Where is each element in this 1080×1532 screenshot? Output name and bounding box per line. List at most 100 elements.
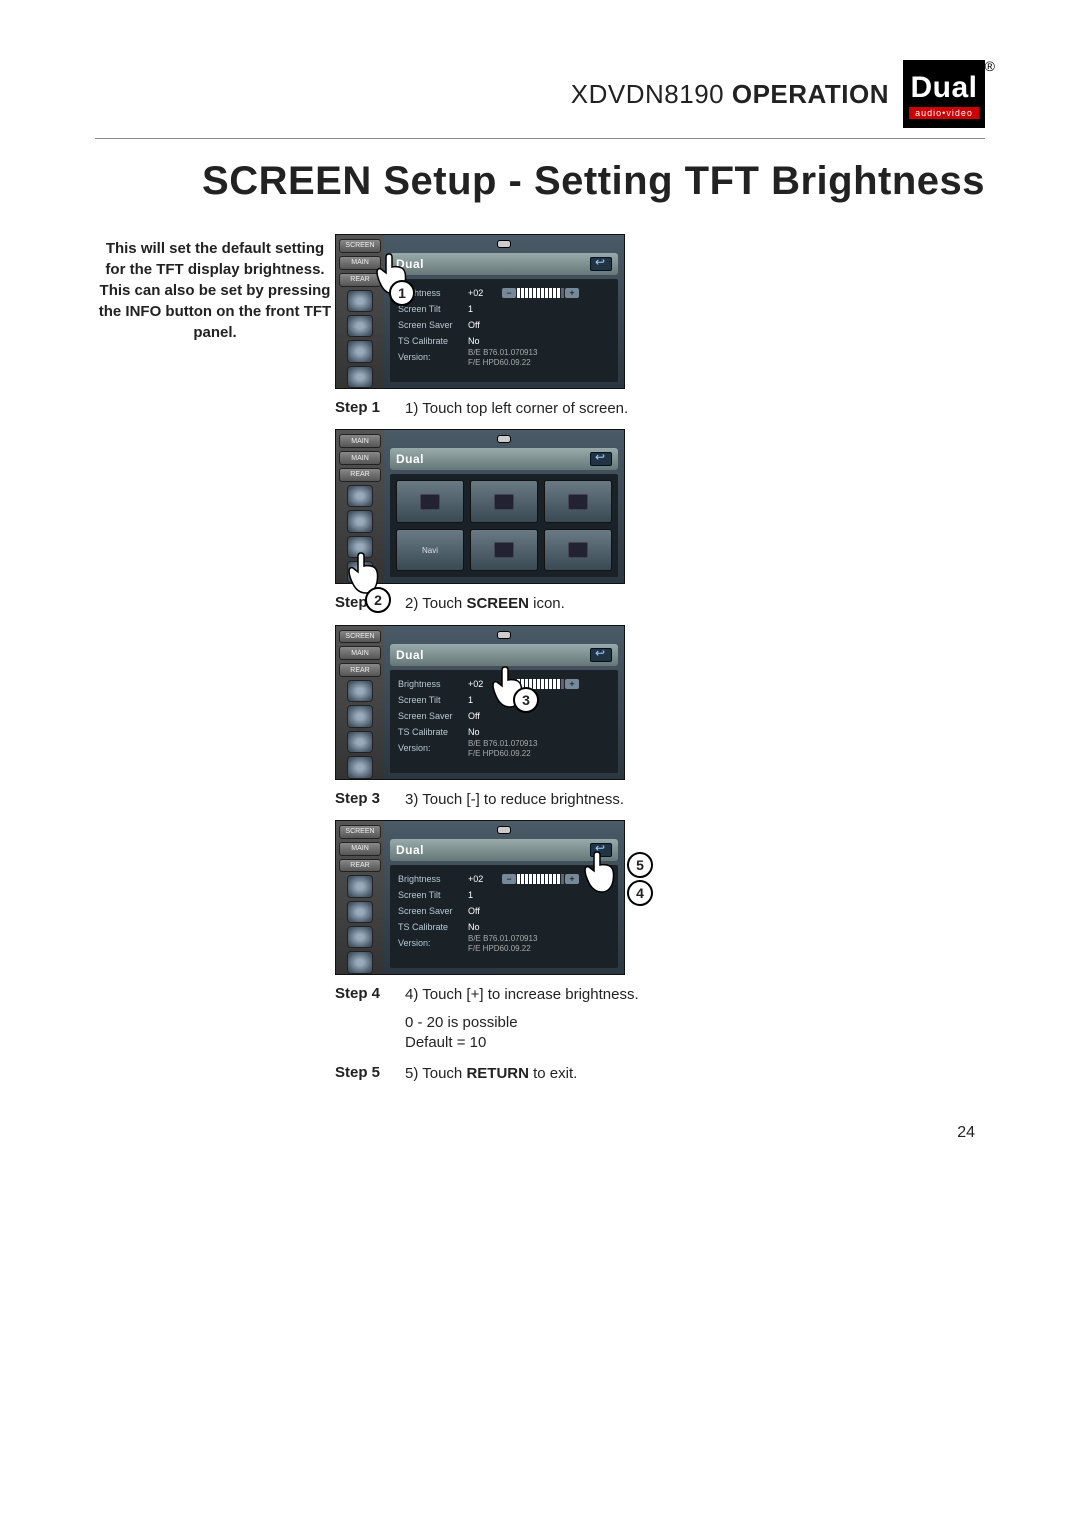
step-5-text: 5) Touch RETURN to exit.	[405, 1064, 577, 1084]
sidebar-icon	[347, 951, 373, 973]
callout-4: 4	[627, 880, 653, 906]
sidebar-rear-tab: REAR	[339, 663, 381, 677]
step-1-label: Step 1	[335, 399, 405, 416]
sidebar-icon	[347, 756, 373, 778]
sidebar-icon	[347, 366, 373, 388]
version-label: Version:	[398, 938, 468, 948]
top-pill-icon	[497, 435, 511, 443]
device-titlebar: Dual	[390, 253, 618, 275]
page-number: 24	[95, 1124, 975, 1142]
calibrate-row: TS Calibrate No	[398, 724, 610, 740]
sidebar-main-tab: MAIN	[339, 646, 381, 660]
brand-logo: ® Dual audio•video	[903, 60, 985, 128]
saver-label: Screen Saver	[398, 711, 468, 721]
sidebar-main-tab: MAIN	[339, 842, 381, 856]
manual-page: XDVDN8190 OPERATION ® Dual audio•video S…	[0, 0, 1080, 1182]
registered-mark: ®	[985, 58, 995, 74]
brand-logo-subtext: audio•video	[909, 107, 979, 119]
radio-icon	[420, 494, 440, 510]
step-4-label: Step 4	[335, 985, 405, 1002]
sidebar-rear-tab: REAR	[339, 859, 381, 873]
device-sidebar: SCREEN MAIN REAR	[336, 821, 384, 974]
screenshot-1: SCREEN MAIN REAR Dual	[335, 234, 625, 389]
sidebar-icon	[347, 485, 373, 507]
sidebar-icon	[347, 680, 373, 702]
device-screen: SCREEN MAIN REAR Dual	[335, 625, 625, 780]
home-tile-navi: Navi	[396, 529, 464, 572]
step-5-row: Step 5 5) Touch RETURN to exit.	[335, 1064, 985, 1084]
brightness-slider: − +	[502, 288, 579, 298]
sidebar-icon	[347, 510, 373, 532]
device-top-bar	[384, 821, 624, 839]
calibrate-label: TS Calibrate	[398, 727, 468, 737]
saver-row: Screen Saver Off	[398, 317, 610, 333]
saver-value: Off	[468, 906, 498, 916]
home-tile-dvd	[470, 529, 538, 572]
tilt-row: Screen Tilt 1	[398, 301, 610, 317]
sidebar-icon	[347, 705, 373, 727]
device-brand: Dual	[396, 648, 424, 662]
tilt-row: Screen Tilt 1	[398, 887, 610, 903]
main-title: SCREEN Setup - Setting TFT Brightness	[95, 159, 985, 204]
sidebar-icon	[347, 290, 373, 312]
intro-column: This will set the default setting for th…	[95, 234, 335, 343]
saver-row: Screen Saver Off	[398, 903, 610, 919]
saver-row: Screen Saver Off	[398, 708, 610, 724]
plus-icon: +	[565, 679, 579, 689]
return-icon	[590, 648, 612, 662]
calibrate-row: TS Calibrate No	[398, 333, 610, 349]
version-value: B/E B76.01.070913 F/E HPD60.09.22	[468, 348, 537, 367]
step-3-row: Step 3 3) Touch [-] to reduce brightness…	[335, 790, 985, 810]
step-3-text: 3) Touch [-] to reduce brightness.	[405, 790, 624, 810]
intro-text: This will set the default setting for th…	[95, 238, 335, 343]
sidebar-icon	[347, 875, 373, 897]
step-4-row: Step 4 4) Touch [+] to increase brightne…	[335, 985, 985, 1054]
home-tile-media	[470, 480, 538, 523]
brightness-value: +02	[468, 874, 498, 884]
step-4-default: Default = 10	[405, 1033, 639, 1053]
section-label: OPERATION	[732, 79, 889, 109]
version-row: Version: B/E B76.01.070913 F/E HPD60.09.…	[398, 740, 610, 756]
home-grid: Navi	[390, 474, 618, 577]
media-icon	[494, 494, 514, 510]
top-pill-icon	[497, 631, 511, 639]
version-label: Version:	[398, 743, 468, 753]
tilt-value: 1	[468, 304, 498, 314]
saver-label: Screen Saver	[398, 906, 468, 916]
brightness-label: Brightness	[398, 874, 468, 884]
version-row: Version: B/E B76.01.070913 F/E HPD60.09.…	[398, 935, 610, 951]
step-3-label: Step 3	[335, 790, 405, 807]
saver-value: Off	[468, 711, 498, 721]
sidebar-main-tab: MAIN	[339, 434, 381, 448]
device-titlebar: Dual	[390, 448, 618, 470]
step-2-text: 2) Touch SCREEN icon.	[405, 594, 565, 614]
return-icon	[590, 452, 612, 466]
model-number: XDVDN8190	[571, 79, 724, 109]
device-top-bar	[384, 235, 624, 253]
navi-label: Navi	[422, 546, 438, 555]
tilt-label: Screen Tilt	[398, 304, 468, 314]
brightness-slider: − +	[502, 874, 579, 884]
content-columns: This will set the default setting for th…	[95, 234, 985, 1084]
sidebar-screen-tab: SCREEN	[339, 825, 381, 839]
home-tile-disc	[544, 480, 612, 523]
bluetooth-icon	[568, 542, 588, 558]
top-pill-icon	[497, 240, 511, 248]
calibrate-label: TS Calibrate	[398, 922, 468, 932]
dvd-icon	[494, 542, 514, 558]
brightness-label: Brightness	[398, 679, 468, 689]
step-4-text: 4) Touch [+] to increase brightness. 0 -…	[405, 985, 639, 1054]
return-icon	[590, 257, 612, 271]
tilt-label: Screen Tilt	[398, 890, 468, 900]
screenshot-4: SCREEN MAIN REAR Dual	[335, 820, 625, 975]
device-body: Brightness +02 − + Screen Tilt 1	[390, 279, 618, 382]
calibrate-value: No	[468, 336, 498, 346]
sidebar-icon	[347, 731, 373, 753]
sidebar-rear-tab: REAR	[339, 468, 381, 482]
screenshot-3: SCREEN MAIN REAR Dual	[335, 625, 625, 780]
version-value: B/E B76.01.070913 F/E HPD60.09.22	[468, 934, 537, 953]
sidebar-icon	[347, 901, 373, 923]
device-sidebar: SCREEN MAIN REAR	[336, 626, 384, 779]
device-main: Dual Navi	[384, 430, 624, 583]
device-brand: Dual	[396, 843, 424, 857]
